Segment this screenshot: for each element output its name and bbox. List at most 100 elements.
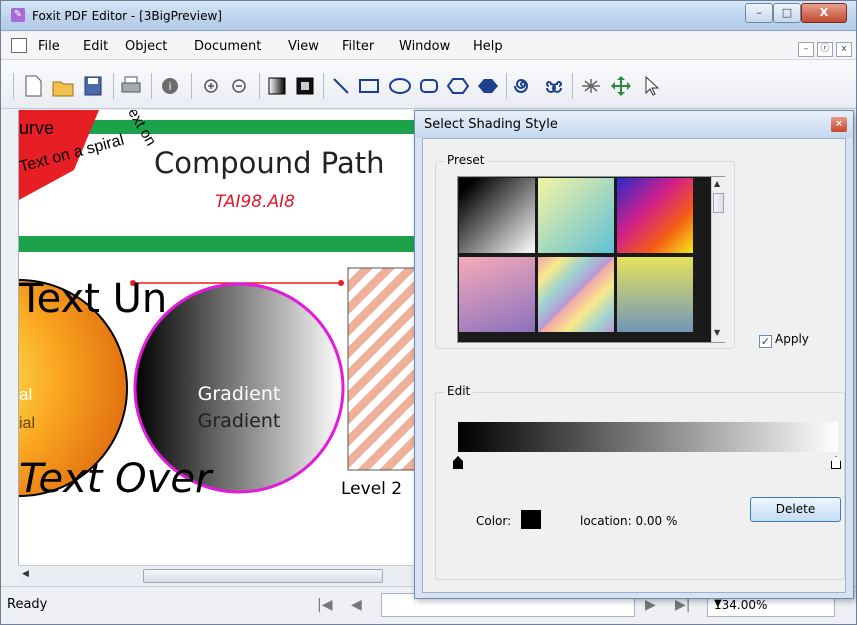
color-swatch[interactable]	[521, 510, 541, 529]
mdi-close-button[interactable]: x	[836, 42, 852, 57]
select-shading-style-dialog: Select Shading Style × Preset ▲ ▼ ✓ Appl…	[414, 110, 854, 599]
toolbar-separator	[323, 73, 324, 99]
menu-bar: File Edit Object Document View Filter Wi…	[1, 32, 856, 60]
scroll-up-icon[interactable]: ▲	[714, 179, 720, 188]
preset-black-white[interactable]	[459, 178, 535, 253]
diamond-icon[interactable]	[475, 74, 499, 98]
circle-label-al: al	[19, 385, 32, 404]
document-canvas[interactable]: urve Text on a spiral Text on Compound P…	[18, 110, 418, 565]
menu-filter[interactable]: Filter	[342, 39, 374, 54]
toolbar-separator	[13, 73, 14, 99]
edit-label: Edit	[444, 384, 474, 398]
title-bar[interactable]: ✎ Foxit PDF Editor - [3BigPreview] – □ X	[1, 1, 856, 31]
info-icon[interactable]: i	[158, 74, 182, 98]
rounded-rectangle-icon[interactable]	[417, 74, 441, 98]
apply-label: Apply	[775, 332, 809, 346]
status-text: Ready	[7, 597, 48, 612]
double-spiral-icon[interactable]	[541, 74, 565, 98]
preset-rainbow[interactable]	[617, 178, 693, 253]
toolbar-separator	[572, 73, 573, 99]
scroll-left-icon[interactable]: ◀	[22, 569, 29, 579]
menu-document[interactable]: Document	[194, 39, 261, 54]
zoom-in-icon[interactable]	[199, 74, 223, 98]
circle-label-ial: ial	[19, 415, 35, 432]
fill-icon[interactable]	[293, 74, 317, 98]
apply-checkbox[interactable]: ✓ Apply	[759, 332, 809, 348]
last-page-icon[interactable]: ▶|	[675, 597, 690, 613]
location-label: location: 0.00 %	[580, 514, 678, 528]
hexagon-icon[interactable]	[445, 74, 470, 98]
toolbar-separator	[259, 73, 260, 99]
mdi-minimize-button[interactable]: –	[798, 42, 814, 57]
preset-scroll-thumb[interactable]	[713, 193, 724, 213]
line-handle[interactable]	[338, 280, 344, 286]
menu-edit[interactable]: Edit	[83, 39, 108, 54]
next-page-icon[interactable]: ▶	[645, 597, 656, 613]
ellipse-icon[interactable]	[387, 74, 411, 98]
spiral-icon[interactable]	[511, 74, 535, 98]
menu-object[interactable]: Object	[125, 39, 167, 54]
sparkle-icon[interactable]	[579, 74, 603, 98]
horizontal-scrollbar[interactable]: ◀	[18, 565, 418, 585]
green-band-bottom	[19, 236, 418, 252]
document-icon[interactable]	[11, 38, 27, 53]
curve-label: urve	[19, 118, 54, 138]
gradient-label-1: Gradient	[198, 383, 281, 405]
checkmark-icon[interactable]: ✓	[759, 335, 772, 348]
menu-file[interactable]: File	[38, 39, 60, 54]
print-icon[interactable]	[119, 74, 143, 98]
dialog-title-bar[interactable]: Select Shading Style ×	[415, 111, 853, 138]
menu-help[interactable]: Help	[473, 39, 503, 54]
new-document-icon[interactable]	[21, 74, 45, 98]
edit-group: Edit	[435, 384, 845, 580]
rectangle-icon[interactable]	[357, 74, 381, 98]
svg-text:i: i	[168, 80, 171, 93]
toolbar-separator	[191, 73, 192, 99]
select-arrow-icon[interactable]	[639, 74, 663, 98]
toolbar: i	[1, 60, 856, 109]
scroll-down-icon[interactable]: ▼	[714, 328, 720, 337]
dialog-body: Preset ▲ ▼ ✓ Apply Edit Color: location:…	[422, 138, 846, 593]
app-window: ✎ Foxit PDF Editor - [3BigPreview] – □ X…	[0, 0, 857, 625]
file-label: TAI98.AI8	[215, 192, 295, 212]
move-icon[interactable]	[609, 74, 633, 98]
gradient-bar[interactable]	[458, 422, 838, 452]
open-folder-icon[interactable]	[51, 74, 75, 98]
foxit-logo-icon: ✎	[11, 8, 25, 22]
preset-yellow-blue[interactable]	[617, 257, 693, 332]
delete-button[interactable]: Delete	[750, 497, 841, 522]
dialog-title: Select Shading Style	[424, 117, 558, 132]
text-under-label: Text Un	[19, 276, 167, 322]
level-label: Level 2	[341, 479, 402, 499]
chevron-down-icon[interactable]: ▼	[714, 598, 830, 609]
first-page-icon[interactable]: |◀	[317, 597, 332, 613]
line-icon[interactable]	[329, 74, 353, 98]
scroll-thumb[interactable]	[143, 569, 383, 583]
gradient-label-2: Gradient	[198, 410, 281, 432]
window-title: Foxit PDF Editor - [3BigPreview]	[32, 9, 222, 23]
text-over-label: Text Over	[19, 456, 214, 502]
preset-pink-violet[interactable]	[459, 257, 535, 332]
color-label: Color:	[476, 514, 512, 528]
toolbar-separator	[151, 73, 152, 99]
compound-path-title: Compound Path	[154, 146, 385, 180]
preset-yellow-cyan[interactable]	[538, 178, 614, 253]
maximize-button[interactable]: □	[773, 3, 801, 23]
close-button[interactable]: X	[801, 3, 847, 23]
save-icon[interactable]	[81, 74, 105, 98]
zoom-out-icon[interactable]	[227, 74, 251, 98]
shading-icon[interactable]	[265, 74, 289, 98]
preset-label: Preset	[444, 153, 488, 167]
mdi-restore-button[interactable]: ⓡ	[817, 42, 833, 57]
preset-pastel-stripes[interactable]	[538, 257, 614, 332]
prev-page-icon[interactable]: ◀	[351, 597, 362, 613]
preset-scrollbar[interactable]: ▲ ▼	[711, 177, 725, 342]
menu-window[interactable]: Window	[399, 39, 450, 54]
menu-view[interactable]: View	[288, 39, 319, 54]
dialog-close-button[interactable]: ×	[831, 117, 847, 132]
minimize-button[interactable]: –	[745, 3, 773, 23]
weave-pattern-box[interactable]	[347, 267, 418, 471]
toolbar-separator	[113, 73, 114, 99]
left-panel-strip	[1, 110, 18, 565]
preset-list[interactable]: ▲ ▼	[457, 176, 725, 343]
